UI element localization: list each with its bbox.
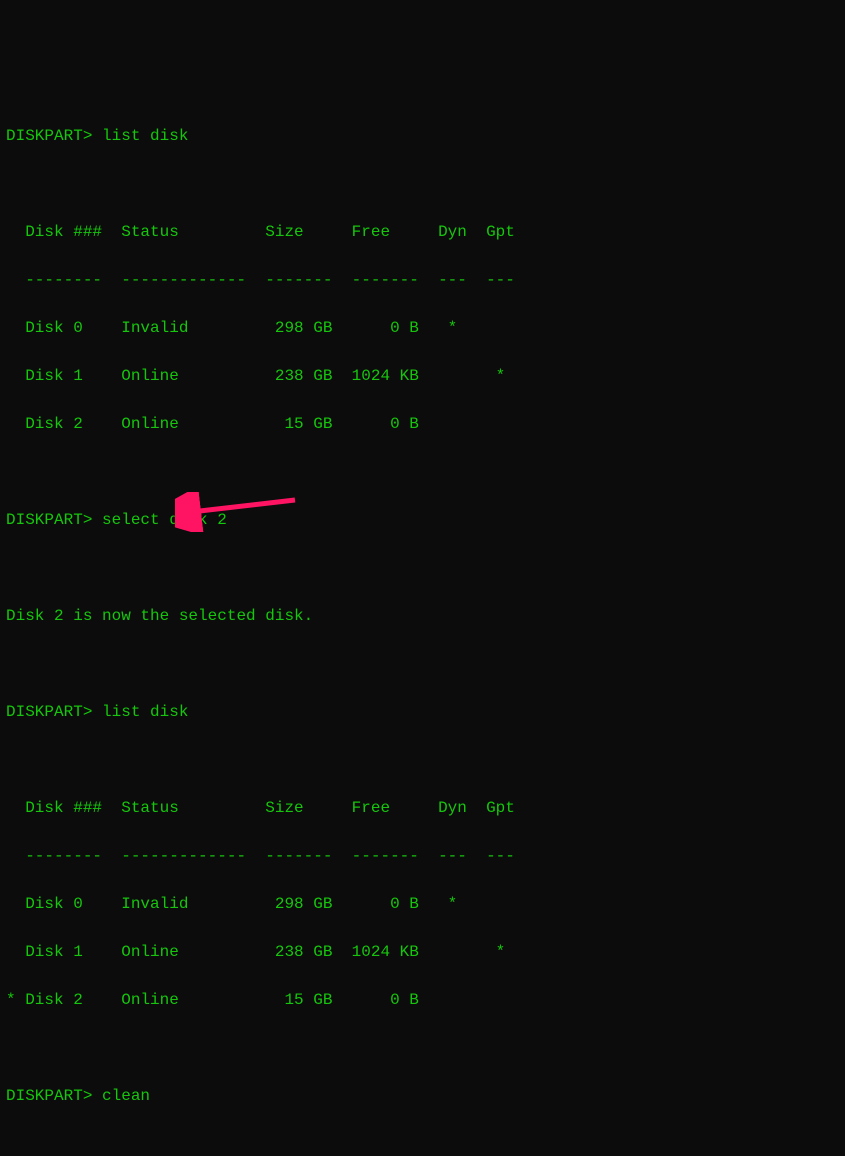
table-row: Disk 0 Invalid 298 GB 0 B *: [6, 895, 457, 913]
table-row: Disk 2 Online 15 GB 0 B: [6, 415, 419, 433]
command-line: DISKPART> list disk: [6, 127, 188, 145]
terminal-output[interactable]: DISKPART> list disk Disk ### Status Size…: [6, 100, 839, 1156]
table-row: Disk 0 Invalid 298 GB 0 B *: [6, 319, 457, 337]
table-header: Disk ### Status Size Free Dyn Gpt: [6, 223, 515, 241]
table-divider: -------- ------------- ------- ------- -…: [6, 847, 515, 865]
command-line: DISKPART> clean: [6, 1087, 150, 1105]
command-line: DISKPART> select disk 2: [6, 511, 227, 529]
output-message: Disk 2 is now the selected disk.: [6, 607, 313, 625]
table-header: Disk ### Status Size Free Dyn Gpt: [6, 799, 515, 817]
table-row: Disk 1 Online 238 GB 1024 KB *: [6, 943, 505, 961]
table-row: Disk 1 Online 238 GB 1024 KB *: [6, 367, 505, 385]
table-row-selected: * Disk 2 Online 15 GB 0 B: [6, 991, 419, 1009]
table-divider: -------- ------------- ------- ------- -…: [6, 271, 515, 289]
command-line: DISKPART> list disk: [6, 703, 188, 721]
